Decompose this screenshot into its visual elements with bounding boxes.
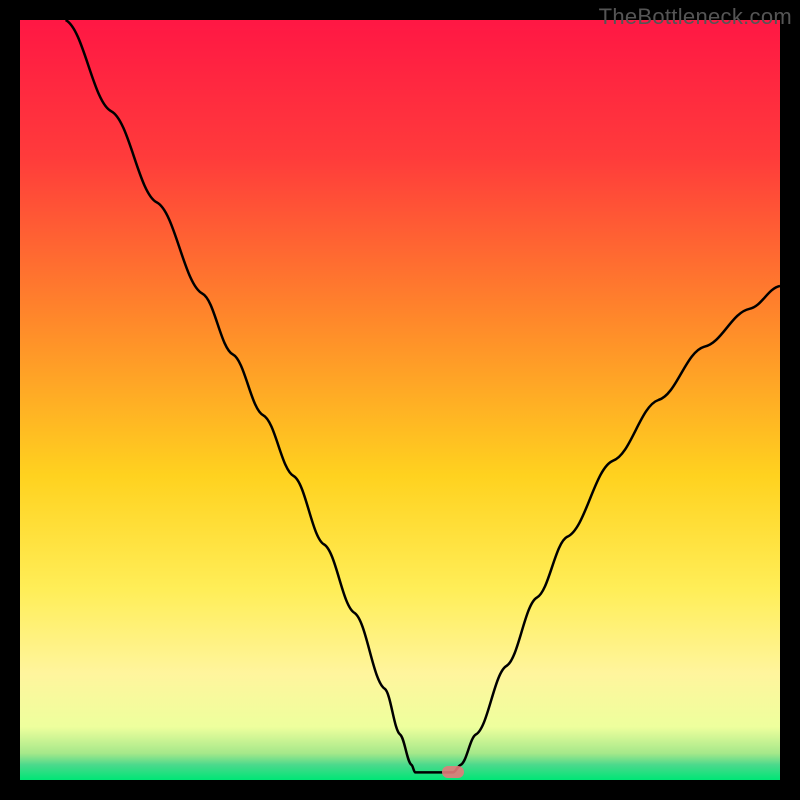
chart-plot-area	[20, 20, 780, 780]
watermark-text: TheBottleneck.com	[599, 4, 792, 30]
gradient-background	[20, 20, 780, 780]
chart-svg	[20, 20, 780, 780]
optimum-marker	[442, 766, 464, 778]
